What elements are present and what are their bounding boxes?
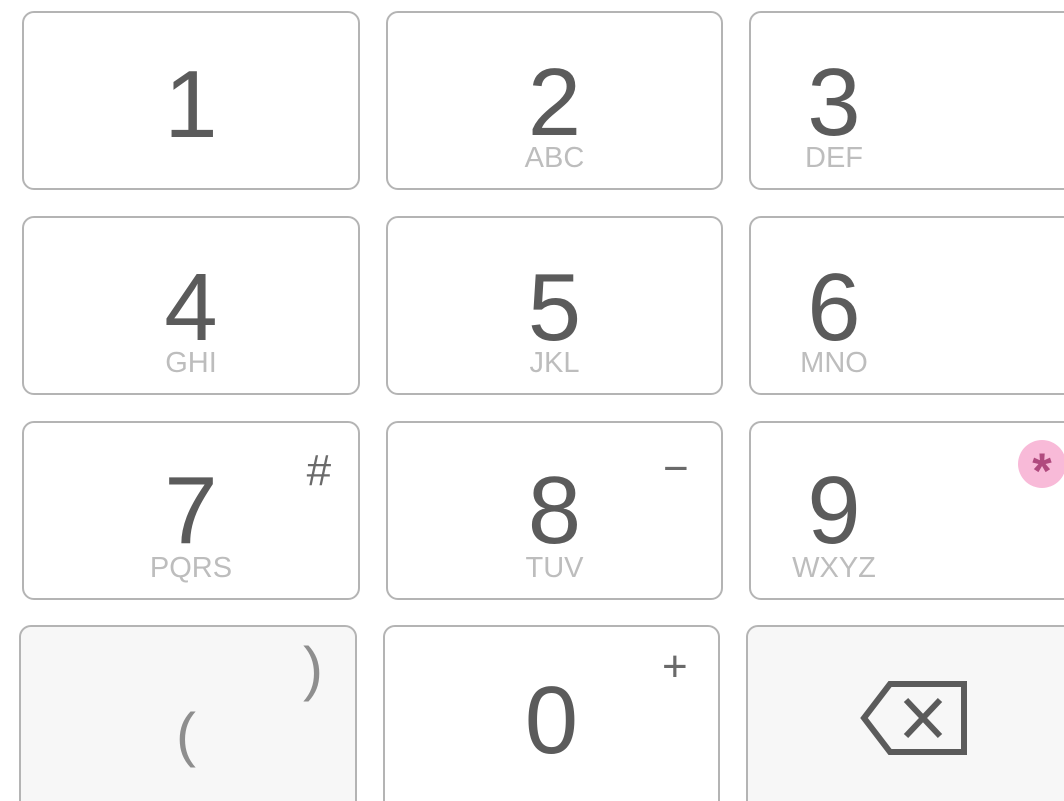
paren-key[interactable]: ( ) <box>19 625 357 801</box>
key-digit: 1 <box>164 51 218 158</box>
key-digit: 3 <box>807 49 861 156</box>
key-1[interactable]: 1 <box>22 11 360 190</box>
key-digit: 4 <box>164 254 218 361</box>
key-secondary-plus: + <box>662 642 688 691</box>
key-letters: DEF <box>805 142 863 174</box>
key-3[interactable]: 3 DEF <box>749 11 1064 190</box>
key-0[interactable]: 0 + <box>383 625 720 801</box>
key-4[interactable]: 4 GHI <box>22 216 360 395</box>
key-digit: 6 <box>807 254 861 361</box>
key-9[interactable]: 9 WXYZ <box>749 421 1064 600</box>
dialer-keypad: 1 2 ABC 3 DEF 4 GHI 5 JKL 6 MNO 7 PQRS #… <box>0 0 1064 801</box>
key-letters: PQRS <box>149 552 233 584</box>
key-letters: MNO <box>800 347 868 379</box>
key-6[interactable]: 6 MNO <box>749 216 1064 395</box>
backspace-icon <box>860 681 967 755</box>
key-digit: 9 <box>807 457 861 564</box>
star-badge-icon: * <box>1018 440 1064 488</box>
key-7[interactable]: 7 PQRS # <box>22 421 360 600</box>
close-paren: ) <box>303 635 323 702</box>
key-letters: GHI <box>165 347 217 379</box>
open-paren: ( <box>176 701 196 768</box>
key-secondary-hash: # <box>306 446 331 495</box>
key-letters: WXYZ <box>792 552 876 584</box>
